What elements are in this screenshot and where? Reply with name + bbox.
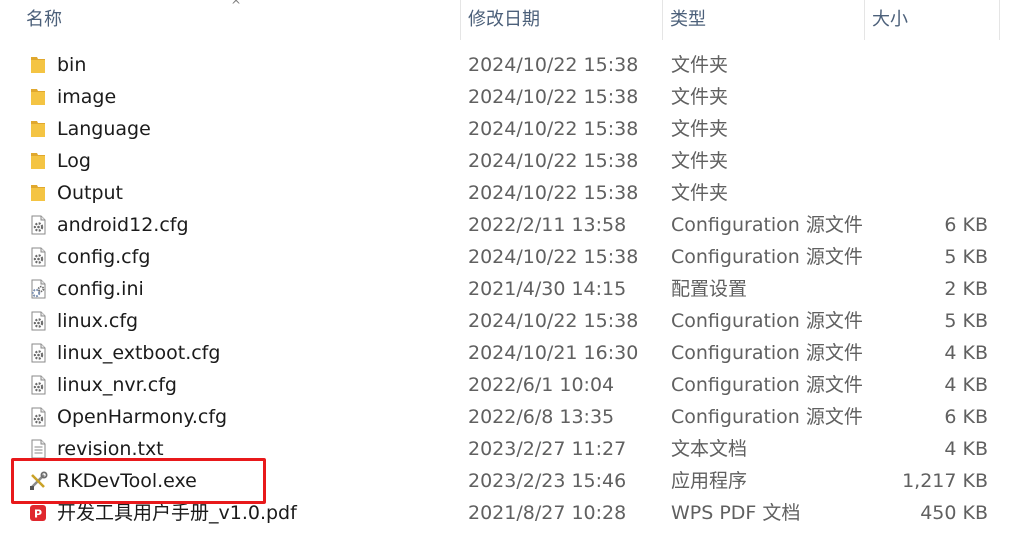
file-type: WPS PDF 文档	[671, 502, 801, 524]
file-type: 文本文档	[671, 438, 748, 460]
column-header-type[interactable]: 类型	[662, 0, 864, 40]
file-name: config.ini	[57, 278, 144, 300]
file-name: Log	[57, 150, 91, 172]
file-date-modified: 2022/6/8 13:35	[468, 406, 615, 428]
file-row[interactable]: config.cfg 2024/10/22 15:38 Configuration …	[0, 241, 1012, 273]
file-size	[860, 177, 988, 209]
file-date-modified: 2024/10/22 15:38	[468, 182, 639, 204]
file-size: 2 KB	[944, 278, 988, 300]
folder-icon	[28, 87, 48, 107]
file-name: Language	[57, 118, 151, 140]
file-size: 4 KB	[944, 438, 988, 460]
folder-icon	[28, 119, 48, 139]
file-row[interactable]: Output 2024/10/22 15:38 文件夹	[0, 177, 1012, 209]
file-size	[860, 49, 988, 81]
file-row[interactable]: revision.txt 2023/2/27 11:27 文本文档 4 KB	[0, 433, 1012, 465]
file-size: 6 KB	[944, 406, 988, 428]
file-name: Output	[57, 182, 123, 204]
file-type: Configuration 源文件	[671, 246, 863, 268]
file-type: 应用程序	[671, 470, 748, 492]
file-name: bin	[57, 54, 87, 76]
file-type: Configuration 源文件	[671, 310, 863, 332]
column-header-bar: 名称 ^ 修改日期 类型 大小	[0, 0, 1012, 40]
file-size: 5 KB	[944, 246, 988, 268]
file-type: Configuration 源文件	[671, 374, 863, 396]
file-date-modified: 2023/2/23 15:46	[468, 470, 627, 492]
file-name: OpenHarmony.cfg	[57, 406, 228, 428]
ini-file-icon	[28, 279, 48, 299]
file-row[interactable]: linux_extboot.cfg 2024/10/21 16:30 Configu…	[0, 337, 1012, 369]
file-size	[860, 145, 988, 177]
file-name: 开发工具用户手册_v1.0.pdf	[57, 502, 297, 524]
file-row[interactable]: linux.cfg 2024/10/22 15:38 Configuration 源…	[0, 305, 1012, 337]
sort-ascending-icon: ^	[231, 0, 242, 12]
file-date-modified: 2021/8/27 10:28	[468, 502, 627, 524]
file-row[interactable]: P 开发工具用户手册_v1.0.pdf 2021/8/27 10:28 WPS PDF…	[0, 497, 1012, 529]
file-date-modified: 2024/10/22 15:38	[468, 310, 639, 332]
file-size: 4 KB	[944, 342, 988, 364]
config-file-icon	[28, 311, 48, 331]
column-header-size[interactable]: 大小	[864, 0, 1000, 40]
svg-text:P: P	[34, 508, 42, 521]
file-size: 450 KB	[920, 502, 988, 524]
file-size: 1,217 KB	[902, 470, 988, 492]
file-type: 文件夹	[671, 54, 729, 76]
file-type: 文件夹	[671, 150, 729, 172]
column-divider[interactable]	[999, 0, 1000, 40]
file-type: 文件夹	[671, 182, 729, 204]
file-row[interactable]: linux_nvr.cfg 2022/6/1 10:04 Configuration…	[0, 369, 1012, 401]
file-type: Configuration 源文件	[671, 214, 863, 236]
file-row[interactable]: android12.cfg 2022/2/11 13:58 Configuratio…	[0, 209, 1012, 241]
file-name: linux_nvr.cfg	[57, 374, 177, 396]
file-date-modified: 2024/10/22 15:38	[468, 86, 639, 108]
file-size: 6 KB	[944, 214, 988, 236]
file-size: 5 KB	[944, 310, 988, 332]
pdf-file-icon: P	[28, 503, 48, 523]
file-date-modified: 2024/10/22 15:38	[468, 150, 639, 172]
file-name: RKDevTool.exe	[57, 470, 197, 492]
config-file-icon	[28, 407, 48, 427]
file-date-modified: 2022/2/11 13:58	[468, 214, 627, 236]
file-size	[860, 81, 988, 113]
file-type: Configuration 源文件	[671, 406, 863, 428]
file-date-modified: 2023/2/27 11:27	[468, 438, 627, 460]
file-type: 文件夹	[671, 86, 729, 108]
file-row[interactable]: Language 2024/10/22 15:38 文件夹	[0, 113, 1012, 145]
folder-icon	[28, 151, 48, 171]
file-name: linux_extboot.cfg	[57, 342, 221, 364]
file-name: config.cfg	[57, 246, 151, 268]
file-list: bin 2024/10/22 15:38 文件夹 image 2024/10/22 15…	[0, 49, 1012, 529]
file-type: 文件夹	[671, 118, 729, 140]
file-row[interactable]: config.ini 2021/4/30 14:15 配置设置 2 KB	[0, 273, 1012, 305]
file-name: android12.cfg	[57, 214, 189, 236]
file-date-modified: 2024/10/22 15:38	[468, 246, 639, 268]
folder-icon	[28, 183, 48, 203]
file-name: linux.cfg	[57, 310, 139, 332]
file-date-modified: 2022/6/1 10:04	[468, 374, 615, 396]
folder-icon	[28, 55, 48, 75]
config-file-icon	[28, 375, 48, 395]
tools-app-icon	[28, 471, 48, 491]
file-date-modified: 2024/10/21 16:30	[468, 342, 639, 364]
text-file-icon	[28, 439, 48, 459]
column-header-name[interactable]: 名称	[0, 0, 460, 40]
file-date-modified: 2021/4/30 14:15	[468, 278, 627, 300]
file-row[interactable]: image 2024/10/22 15:38 文件夹	[0, 81, 1012, 113]
config-file-icon	[28, 215, 48, 235]
file-row[interactable]: Log 2024/10/22 15:38 文件夹	[0, 145, 1012, 177]
file-row[interactable]: OpenHarmony.cfg 2022/6/8 13:35 Configurati…	[0, 401, 1012, 433]
file-name: revision.txt	[57, 438, 164, 460]
file-name: image	[57, 86, 117, 108]
config-file-icon	[28, 343, 48, 363]
file-date-modified: 2024/10/22 15:38	[468, 54, 639, 76]
file-type: Configuration 源文件	[671, 342, 863, 364]
file-date-modified: 2024/10/22 15:38	[468, 118, 639, 140]
file-row[interactable]: bin 2024/10/22 15:38 文件夹	[0, 49, 1012, 81]
file-size: 4 KB	[944, 374, 988, 396]
file-row[interactable]: RKDevTool.exe 2023/2/23 15:46 应用程序 1,217 KB	[0, 465, 1012, 497]
config-file-icon	[28, 247, 48, 267]
column-header-date-modified[interactable]: 修改日期	[460, 0, 662, 40]
file-size	[860, 113, 988, 145]
file-type: 配置设置	[671, 278, 748, 300]
